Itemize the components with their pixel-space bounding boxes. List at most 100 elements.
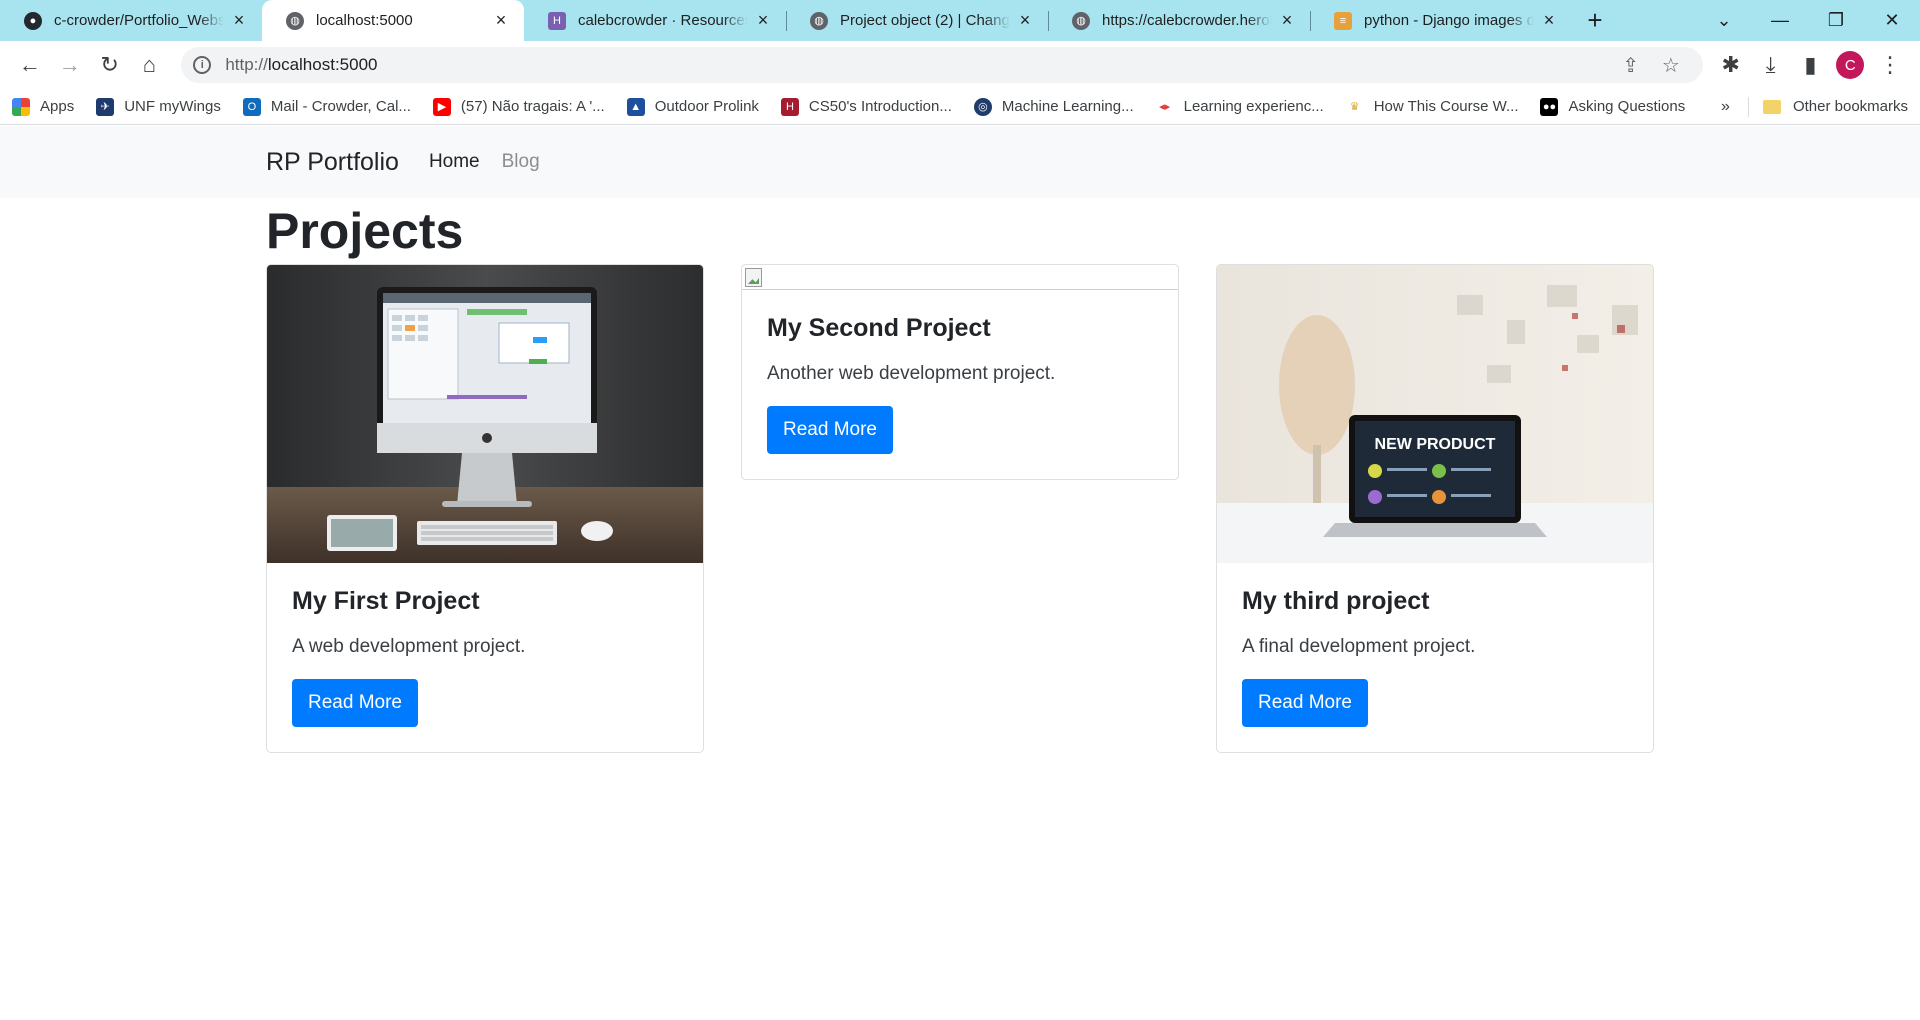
nav-link-blog[interactable]: Blog [502,151,540,173]
share-icon[interactable]: ⇪ [1611,53,1651,78]
bookmark-label: Machine Learning... [1001,98,1134,115]
address-bar[interactable]: i http://localhost:5000 ⇪ ☆ [181,47,1703,83]
browser-tab[interactable]: ● c-crowder/Portfolio_Website × [0,0,262,41]
desk-computer-photo [267,265,703,563]
bookmark-item[interactable]: ▲ Outdoor Prolink [626,97,759,116]
close-tab-icon[interactable]: × [1016,10,1034,31]
close-tab-icon[interactable]: × [230,10,248,31]
globe-icon: ◍ [1072,11,1090,30]
bookmark-item[interactable]: ♛ How This Course W... [1345,97,1519,116]
bookmark-item[interactable]: O Mail - Crowder, Cal... [242,97,411,116]
card-body: My First Project A web development proje… [267,563,703,752]
tab-title: Project object (2) | Change project [840,12,1010,29]
browser-tab[interactable]: ◍ https://calebcrowder.herokuapp.com × [1048,0,1310,41]
bookmark-item[interactable]: ✈ UNF myWings [96,97,221,116]
read-more-button[interactable]: Read More [292,679,418,727]
download-icon[interactable]: ⤓ [1751,45,1791,85]
url-scheme: http:// [225,55,268,74]
broken-image [742,265,1178,290]
forward-arrow-icon[interactable]: → [50,45,90,85]
read-more-button[interactable]: Read More [767,406,893,454]
bookmark-label: (57) Não tragais: A '... [460,98,605,115]
site-navbar: RP Portfolio Home Blog [0,126,1920,198]
bookmark-star-icon[interactable]: ☆ [1651,53,1691,78]
browser-tab[interactable]: ≡ python - Django images don't show × [1310,0,1572,41]
close-tab-icon[interactable]: × [1540,10,1558,31]
bookmarks-bar: Apps ✈ UNF myWings O Mail - Crowder, Cal… [0,89,1920,125]
url-host: localhost:5000 [267,55,378,74]
tab-search-icon[interactable]: ⌄ [1696,0,1752,41]
apps-grid-icon [12,97,30,116]
screen-headline: NEW PRODUCT [1375,436,1496,453]
nav-link-home[interactable]: Home [429,151,480,173]
browser-tab-strip: ● c-crowder/Portfolio_Website × ◍ localh… [0,0,1920,41]
ml-icon: ◎ [973,97,992,116]
project-description: Another web development project. [767,363,1056,384]
read-more-button[interactable]: Read More [1242,679,1368,727]
more-bookmarks-chevron-icon[interactable]: » [1721,98,1730,116]
home-icon[interactable]: ⌂ [129,45,169,85]
minimize-icon[interactable]: — [1752,0,1808,41]
tab-title: localhost:5000 [316,12,413,29]
tab-title: c-crowder/Portfolio_Website [54,12,224,29]
main-container: Projects My First Project A web developm… [266,198,1654,784]
bookmark-label: Asking Questions [1568,98,1686,115]
browser-tab-active[interactable]: ◍ localhost:5000 × [262,0,524,41]
outlook-icon: O [242,97,261,116]
reload-icon[interactable]: ↻ [90,45,130,85]
url-text[interactable]: http://localhost:5000 [225,55,1611,75]
project-card: My First Project A web development proje… [266,264,704,753]
tab-title: calebcrowder · Resources | Heroku [578,12,748,29]
bookmark-item[interactable]: H CS50's Introduction... [780,97,952,116]
card-body: My Second Project Another web developmen… [742,290,1178,479]
project-title: My third project [1242,587,1430,615]
tab-title: python - Django images don't show [1364,12,1534,29]
other-bookmarks-folder[interactable]: Other bookmarks [1762,98,1908,115]
tab-title: https://calebcrowder.herokuapp.com [1102,12,1272,29]
bookmark-apps[interactable]: Apps [12,97,75,116]
project-title: My First Project [292,587,480,615]
back-arrow-icon[interactable]: ← [10,45,50,85]
project-description: A final development project. [1242,636,1476,657]
new-tab-button[interactable]: + [1572,0,1618,41]
bookmark-item[interactable]: ◎ Machine Learning... [973,97,1134,116]
navbar-brand[interactable]: RP Portfolio [266,148,399,177]
bookmark-separator [1747,96,1749,117]
bookmark-label: CS50's Introduction... [808,98,952,115]
close-tab-icon[interactable]: × [1278,10,1296,31]
close-tab-icon[interactable]: × [754,10,772,31]
github-icon: ● [24,11,42,30]
bookmark-label: How This Course W... [1373,98,1519,115]
restore-icon[interactable]: ❐ [1808,0,1864,41]
browser-tab[interactable]: H calebcrowder · Resources | Heroku × [524,0,786,41]
globe-icon: ◍ [286,11,304,30]
laptop-new-product-photo: NEW PRODUCT [1217,265,1653,563]
browser-tab[interactable]: ◍ Project object (2) | Change project × [786,0,1048,41]
bookmark-label: Learning experienc... [1183,98,1324,115]
project-card: NEW PRODUCT My third project A final dev… [1216,264,1654,753]
extensions-puzzle-icon[interactable]: ✱ [1711,45,1751,85]
close-tab-icon[interactable]: × [492,10,510,31]
site-info-icon[interactable]: i [193,56,212,74]
laptop-illustration: NEW PRODUCT [1217,265,1653,563]
menu-kebab-icon[interactable]: ⋮ [1870,45,1910,85]
close-window-icon[interactable]: ✕ [1864,0,1920,41]
other-bookmarks-label: Other bookmarks [1792,98,1908,115]
project-title: My Second Project [767,314,991,342]
bookmark-item[interactable]: ●● Asking Questions [1540,97,1686,116]
page-viewport: RP Portfolio Home Blog Projects My First… [0,126,1920,1020]
harvard-icon: H [780,97,799,116]
broken-image-icon [745,268,762,287]
project-card-grid: My First Project A web development proje… [266,264,1654,784]
bookmark-item[interactable]: ◂▸ Learning experienc... [1155,97,1324,116]
bookmark-label: Mail - Crowder, Cal... [270,98,411,115]
folder-icon [1762,99,1781,114]
browser-toolbar: ← → ↻ ⌂ i http://localhost:5000 ⇪ ☆ ✱ ⤓ … [0,41,1920,89]
trophy-icon: ♛ [1345,97,1364,116]
side-panel-icon[interactable]: ▮ [1790,45,1830,85]
bookmark-item[interactable]: ▶ (57) Não tragais: A '... [432,97,605,116]
card-body: My third project A final development pro… [1217,563,1653,752]
profile-avatar[interactable]: C [1836,51,1865,79]
bookmark-label: Apps [40,98,75,115]
project-card: My Second Project Another web developmen… [741,264,1179,480]
